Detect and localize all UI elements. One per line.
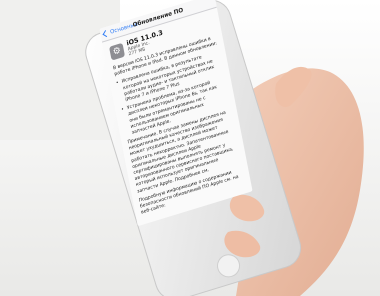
chevron-left-icon: [102, 30, 110, 38]
update-description: В версии iOS 11.0.3 исправлены ошибки в …: [113, 35, 246, 217]
settings-gear-icon: ⚙: [109, 42, 126, 61]
